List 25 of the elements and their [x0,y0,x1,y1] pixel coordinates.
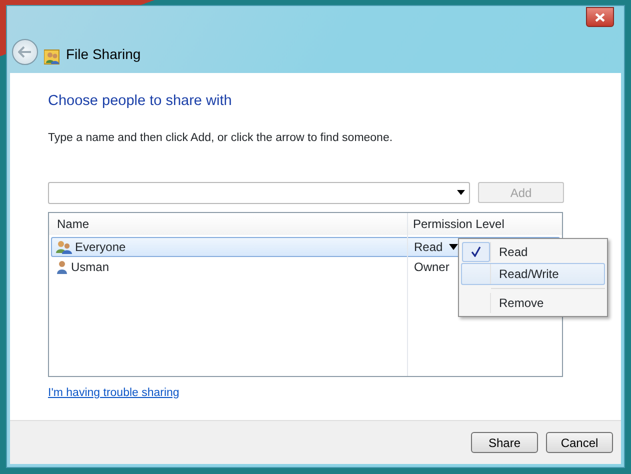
menu-item[interactable]: Read/Write [461,262,605,285]
help-link[interactable]: I'm having trouble sharing [48,384,180,402]
person-name: Usman [71,258,110,276]
column-header[interactable]: Name [57,214,90,233]
dialog-heading: Choose people to share with [48,93,233,110]
group-icon [56,240,72,254]
window-title: File Sharing [66,45,141,64]
close-icon [595,13,605,22]
menu-item[interactable]: Remove [461,292,605,314]
user-icon [56,260,68,274]
person-name: Everyone [75,238,126,256]
permission-level: Read [414,238,443,256]
cancel-button[interactable]: Cancel [546,432,613,453]
permission-level: Owner [414,258,450,276]
back-arrow-icon [18,46,32,58]
checkmark-icon [471,246,481,258]
column-header[interactable]: Permission Level [413,214,504,233]
dropdown-arrow-icon [457,190,465,196]
share-button[interactable]: Share [471,432,538,453]
name-combo-field[interactable] [48,182,470,204]
back-button[interactable] [12,39,38,65]
people-icon [44,49,60,65]
dropdown-arrow-icon[interactable] [448,244,458,250]
close-button[interactable] [586,7,614,27]
instruction-text: Type a name and then click Add, or click the arrow to find someone. [48,131,394,146]
